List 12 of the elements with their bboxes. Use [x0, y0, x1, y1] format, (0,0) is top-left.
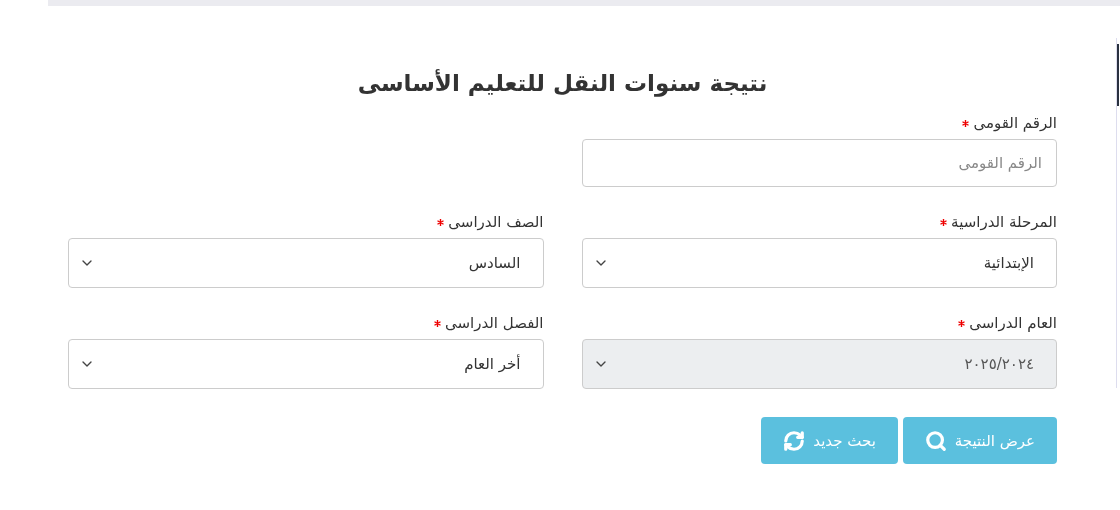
field-label: الفصل الدراسى: [444, 314, 544, 332]
select-field[interactable]: الإبتدائية: [581, 238, 1057, 288]
national-id-field[interactable]: الرقم القومى: [581, 139, 1057, 187]
select-field[interactable]: أخر العام: [68, 339, 544, 389]
refresh-icon: [783, 429, 806, 452]
field-label: الصف الدراسى: [448, 213, 544, 231]
select-field[interactable]: السادس: [68, 238, 544, 288]
page-title: نتيجة سنوات النقل للتعليم الأساسى: [356, 70, 769, 96]
field-label: المرحلة الدراسية: [951, 213, 1057, 231]
search-icon: [924, 429, 947, 452]
field-label: العام الدراسى: [969, 314, 1057, 332]
field-label: الرقم القومى: [973, 114, 1057, 132]
